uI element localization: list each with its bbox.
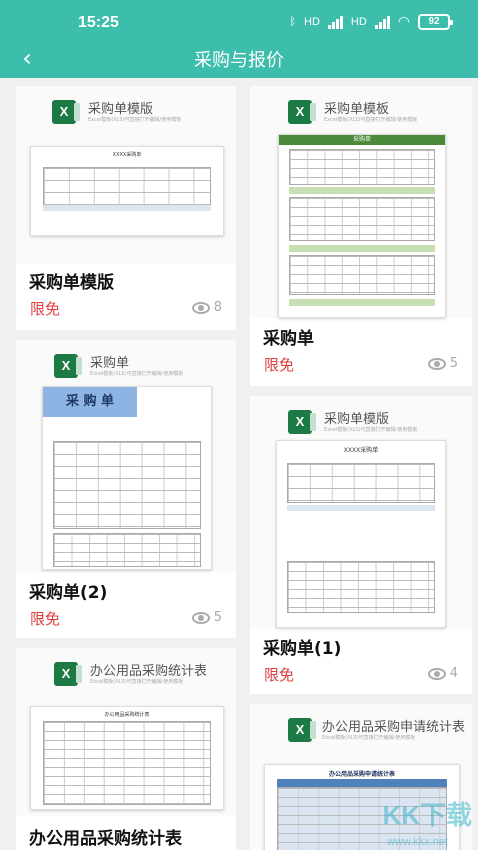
thumbnail-title: 采购单模版 [324,412,390,427]
template-thumbnail: X 办公用品采购统计表 Excel模板(XLS)可直接打开编辑/使用模板 办公用… [16,648,236,816]
signal-2-icon [374,15,390,29]
sheet-preview: XXXX采购单 [276,440,446,628]
thumbnail-title: 办公用品采购申请统计表 [322,720,466,735]
sheet-preview: 采 购 单 [42,386,212,570]
thumbnail-subtitle: Excel模板(XLS)可直接打开编辑/使用模板 [90,679,184,685]
free-badge: 限免 [264,666,295,684]
excel-icon: X [52,100,80,124]
view-count-value: 5 [213,610,222,625]
page-title: 采购与报价 [194,50,284,71]
sheet-heading: XXXX采购单 [112,152,142,158]
thumbnail-subtitle: Excel模板(XLS)可直接打开编辑/使用模板 [324,427,418,433]
template-card[interactable]: X 采购单模版 Excel模板(XLS)可直接打开编辑/使用模板 XXXX采购单… [250,396,472,694]
sheet-heading: 办公用品采购申请统计表 [328,771,395,778]
free-badge: 限免 [30,300,61,318]
view-count: 5 [191,610,222,625]
view-count: 4 [427,666,458,681]
thumbnail-subtitle: Excel模板(XLS)可直接打开编辑/使用模板 [90,371,184,377]
view-count-value: 4 [449,666,458,681]
excel-icon: X [54,354,82,378]
thumbnail-subtitle: Excel模板(XLS)可直接打开编辑/使用模板 [324,117,418,123]
view-count: 8 [191,300,222,315]
excel-icon: X [288,410,316,434]
bluetooth-icon: ᛒ [289,15,296,28]
thumbnail-title: 采购单模版 [88,102,154,117]
signal-1-icon [327,15,343,29]
free-badge: 限免 [264,356,295,374]
card-title: 采购单(2) [29,583,108,603]
card-title: 采购单(1) [263,639,342,659]
template-card[interactable]: X 采购单模版 Excel模板(XLS)可直接打开编辑/使用模板 XXXX采购单… [16,86,236,330]
template-card[interactable]: X 采购单 Excel模板(XLS)可直接打开编辑/使用模板 采 购 单 采购单… [16,340,236,638]
template-thumbnail: X 采购单模版 Excel模板(XLS)可直接打开编辑/使用模板 XXXX采购单 [250,396,472,628]
excel-icon: X [54,662,82,686]
thumbnail-subtitle: Excel模板(XLS)可直接打开编辑/使用模板 [322,735,416,741]
sheet-preview: 采购单 [278,134,446,318]
template-card[interactable]: X 采购单模板 Excel模板(XLS)可直接打开编辑/使用模板 采购单 采购单… [250,86,472,386]
thumbnail-title: 采购单 [90,356,130,371]
site-watermark-url: www.kkx.net [386,836,448,848]
sheet-preview: 办公用品采购统计表 [30,706,224,810]
thumbnail-subtitle: Excel模板(XLS)可直接打开编辑/使用模板 [88,117,182,123]
excel-icon: X [288,718,316,742]
signal-1-label: HD [304,15,320,28]
view-count-value: 5 [449,356,458,371]
template-thumbnail: X 采购单模版 Excel模板(XLS)可直接打开编辑/使用模板 XXXX采购单 [16,86,236,264]
sheet-preview: XXXX采购单 [30,146,224,236]
app-header: ‹ 采购与报价 [0,44,478,78]
template-thumbnail: X 采购单模板 Excel模板(XLS)可直接打开编辑/使用模板 采购单 [250,86,472,318]
eye-icon [427,357,446,370]
view-count: 5 [427,356,458,371]
site-watermark-logo: KK下载 [382,800,472,830]
thumbnail-title: 采购单模板 [324,102,390,117]
eye-icon [191,301,210,314]
sheet-heading: 办公用品采购统计表 [104,712,150,718]
status-time: 15:25 [78,14,119,31]
template-thumbnail: X 采购单 Excel模板(XLS)可直接打开编辑/使用模板 采 购 单 [16,340,236,572]
signal-2-label: HD [350,15,367,28]
view-count-value: 8 [213,300,222,315]
battery-icon: 92 [418,13,453,30]
status-bar: 15:25 ᛒ HD HD ◠ 92 [0,0,478,44]
excel-icon: X [288,100,316,124]
eye-icon [191,611,210,624]
sheet-heading: 采 购 单 [43,387,137,417]
eye-icon [427,667,446,680]
template-card[interactable]: X 办公用品采购统计表 Excel模板(XLS)可直接打开编辑/使用模板 办公用… [16,648,236,850]
wifi-icon: ◠ [397,13,410,29]
thumbnail-title: 办公用品采购统计表 [90,664,208,679]
free-badge: 限免 [30,610,61,628]
sheet-heading: 采购单 [279,135,445,145]
sheet-heading: XXXX采购单 [343,447,379,454]
card-title: 采购单模版 [29,273,114,293]
status-icons: ᛒ HD HD ◠ 92 [289,13,453,30]
card-title: 办公用品采购统计表 [29,829,182,849]
card-title: 采购单 [263,329,314,349]
